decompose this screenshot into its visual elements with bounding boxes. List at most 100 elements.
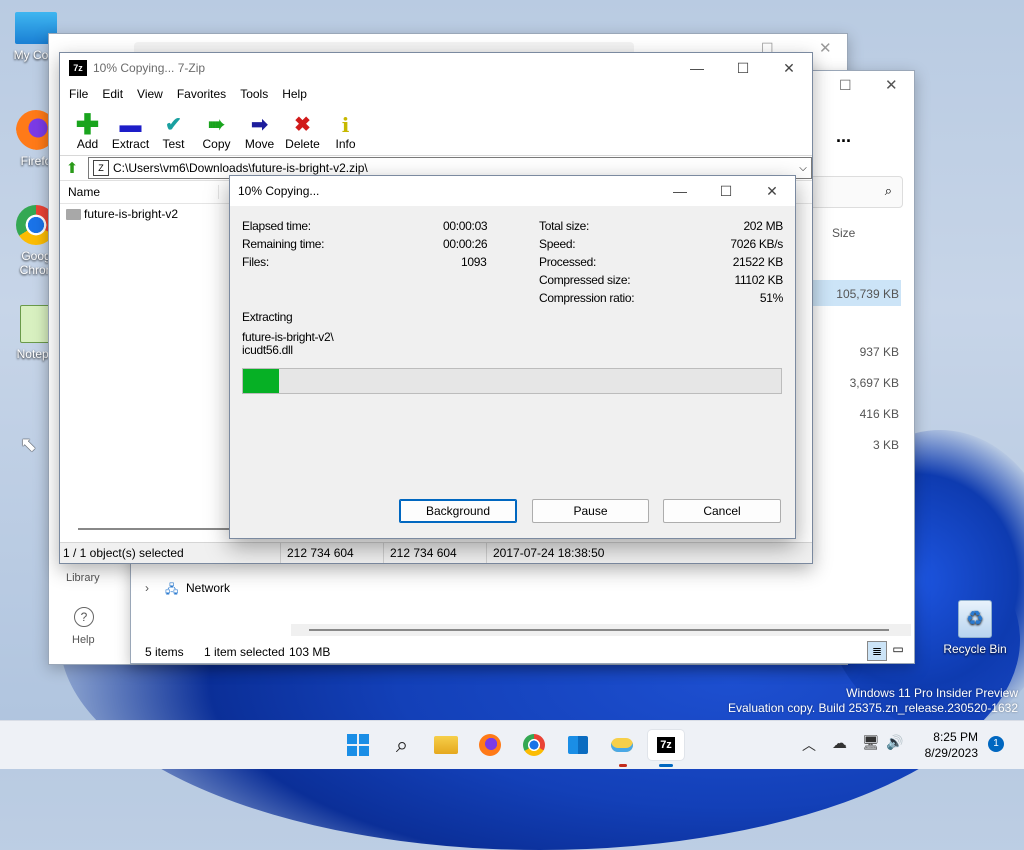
horizontal-scrollbar[interactable] — [291, 624, 911, 636]
elapsed-time-label: Elapsed time: — [242, 219, 311, 233]
column-header-name[interactable]: Name — [60, 185, 219, 199]
search-icon: ⌕ — [884, 183, 892, 198]
chevron-right-icon[interactable]: › — [145, 581, 149, 595]
volume-icon[interactable]: 🔊 — [886, 734, 903, 751]
cloud-offline-icon[interactable]: ☁ — [832, 734, 847, 752]
remaining-time-label: Remaining time: — [242, 237, 325, 251]
desktop-icon-recycle-bin[interactable]: ♻ Recycle Bin — [940, 600, 1010, 656]
list-item-folder[interactable]: future-is-bright-v2 — [66, 207, 178, 221]
maximize-button[interactable]: ☐ — [720, 53, 766, 83]
chevron-down-icon[interactable]: ⌵ — [795, 163, 811, 174]
menu-bar: File Edit View Favorites Tools Help — [60, 83, 812, 105]
close-icon: ✕ — [783, 59, 795, 76]
notification-badge[interactable]: 1 — [988, 736, 1004, 752]
file-size: 416 KB — [859, 407, 899, 421]
store-icon[interactable] — [562, 730, 594, 760]
nav-item-network[interactable]: Network — [186, 581, 230, 595]
active-app-indicator — [659, 764, 673, 767]
folder-icon — [66, 208, 81, 220]
add-button[interactable]: ✚ Add — [66, 111, 109, 155]
compression-ratio-value: 51% — [759, 291, 783, 305]
column-header-size[interactable]: Size — [832, 226, 855, 240]
extract-button[interactable]: ▬ Extract — [109, 113, 152, 155]
files-label: Files: — [242, 255, 269, 269]
status-packed-size: 212 734 604 — [384, 543, 487, 563]
chevron-up-icon[interactable]: ︿ — [802, 735, 816, 755]
remaining-time-value: 00:00:26 — [443, 237, 488, 251]
dialog-maximize-button[interactable]: ☐ — [703, 176, 749, 206]
minimize-button[interactable]: — — [674, 53, 720, 83]
double-arrow-icon: ➠ — [208, 114, 225, 136]
compression-ratio-label: Compression ratio: — [539, 291, 635, 305]
more-options-button[interactable]: ... — [836, 126, 851, 147]
app-attention-indicator — [619, 764, 627, 767]
processed-value: 21522 KB — [732, 255, 784, 269]
search-icon[interactable]: ⌕ — [386, 730, 418, 760]
help-icon[interactable]: ? — [74, 607, 94, 627]
dialog-close-button[interactable]: ✕ — [749, 176, 795, 206]
cancel-button[interactable]: Cancel — [663, 499, 781, 523]
chrome-icon[interactable] — [518, 730, 550, 760]
nav-item-library[interactable]: Library — [66, 572, 100, 584]
check-icon: ✔ — [165, 114, 182, 136]
dialog-minimize-button[interactable]: — — [657, 176, 703, 206]
operation-label: Extracting — [242, 310, 293, 324]
firefox-icon[interactable] — [474, 730, 506, 760]
clock-time: 8:25 PM — [933, 730, 978, 744]
horizontal-scrollbar-thumb[interactable] — [78, 528, 233, 530]
files-value: 1093 — [461, 255, 487, 269]
tiles-view-icon[interactable]: ▭ — [891, 642, 905, 656]
current-file: icudt56.dll — [242, 343, 293, 357]
windows-start-icon[interactable] — [342, 730, 374, 760]
test-label: Test — [162, 137, 185, 151]
current-path: future-is-bright-v2\ — [242, 330, 334, 344]
move-button[interactable]: ➡ Move — [238, 113, 281, 155]
pause-button[interactable]: Pause — [532, 499, 649, 523]
info-button[interactable]: i Info — [324, 113, 367, 155]
extract-label: Extract — [111, 137, 150, 151]
background-button[interactable]: Background — [399, 499, 517, 523]
menu-favorites[interactable]: Favorites — [170, 87, 233, 101]
recycle-bin-icon: ♻ — [958, 600, 992, 638]
close-button[interactable]: ✕ — [766, 53, 812, 83]
delete-label: Delete — [285, 137, 320, 151]
dialog-titlebar[interactable]: 10% Copying... — ☐ ✕ — [230, 176, 795, 206]
menu-file[interactable]: File — [62, 87, 95, 101]
close-icon: ✕ — [766, 182, 778, 199]
desktop-icon-label: Recycle Bin — [943, 642, 1007, 656]
clock-date: 8/29/2023 — [924, 746, 978, 760]
nav-item-help[interactable]: Help — [72, 634, 95, 646]
close-icon[interactable]: ✕ — [819, 39, 832, 57]
minimize-icon: — — [690, 60, 704, 76]
network-icon[interactable]: 🖥 — [862, 734, 880, 751]
scrollbar-thumb[interactable] — [309, 629, 889, 631]
onedrive-icon[interactable] — [606, 730, 638, 760]
test-button[interactable]: ✔ Test — [152, 113, 195, 155]
watermark-build: Evaluation copy. Build 25375.zn_release.… — [728, 701, 1018, 715]
details-view-icon[interactable]: ≣ — [867, 641, 887, 661]
clock[interactable]: 8:25 PM 8/29/2023 — [920, 729, 978, 761]
minimize-icon: — — [673, 183, 687, 199]
status-size: 212 734 604 — [281, 543, 384, 563]
menu-edit[interactable]: Edit — [95, 87, 130, 101]
file-size: 937 KB — [859, 345, 899, 359]
progress-dialog[interactable]: 10% Copying... — ☐ ✕ Elapsed time: 00:00… — [229, 175, 796, 539]
7zip-icon[interactable]: 7z — [648, 730, 684, 760]
compressed-size-label: Compressed size: — [539, 273, 631, 287]
archive-icon: Z — [93, 160, 109, 176]
file-size: 3 KB — [872, 438, 899, 452]
delete-button[interactable]: ✖ Delete — [281, 113, 324, 155]
menu-help[interactable]: Help — [275, 87, 314, 101]
maximize-icon[interactable]: ☐ — [839, 77, 852, 94]
copy-button[interactable]: ➠ Copy — [195, 113, 238, 155]
add-label: Add — [76, 137, 99, 151]
status-items: 5 items — [145, 645, 184, 659]
7zip-titlebar[interactable]: 7z 10% Copying... 7-Zip — ☐ ✕ — [60, 53, 812, 83]
info-label: Info — [335, 137, 356, 151]
file-size: 3,697 KB — [849, 376, 899, 390]
file-explorer-icon[interactable] — [430, 730, 462, 760]
close-icon[interactable]: ✕ — [885, 76, 898, 94]
menu-view[interactable]: View — [130, 87, 170, 101]
folder-up-icon[interactable]: ⬆ — [60, 159, 84, 177]
menu-tools[interactable]: Tools — [233, 87, 275, 101]
